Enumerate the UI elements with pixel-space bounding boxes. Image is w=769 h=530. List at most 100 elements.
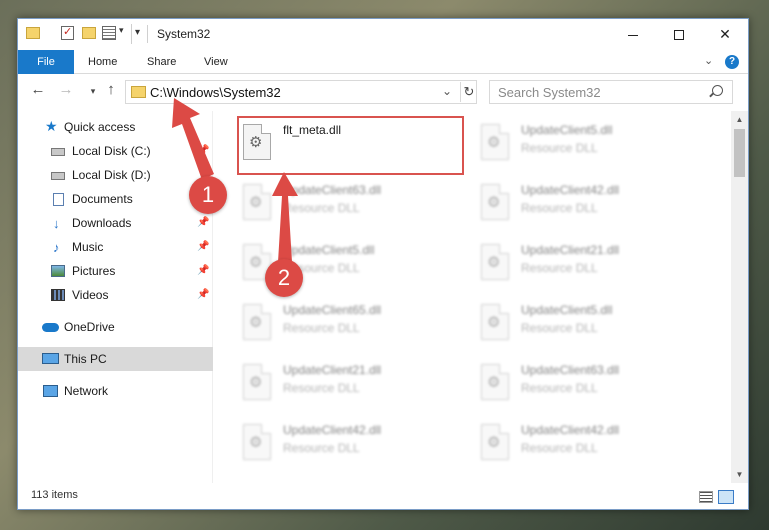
- status-bar: 113 items: [18, 485, 748, 509]
- download-icon: ↓: [53, 216, 60, 231]
- maximize-icon: [674, 30, 684, 41]
- file-item[interactable]: UpdateClient63.dll Resource DLL: [477, 359, 697, 415]
- file-item[interactable]: UpdateClient63.dll Resource DLL: [239, 179, 459, 235]
- list-properties-icon[interactable]: [102, 26, 116, 40]
- sidebar-item-documents[interactable]: Documents 📌: [18, 187, 213, 211]
- step-1-badge: 1: [189, 176, 227, 214]
- dll-file-icon: [481, 124, 509, 160]
- sidebar-item-network[interactable]: Network: [18, 379, 213, 403]
- dll-file-icon: [243, 424, 271, 460]
- tab-share[interactable]: Share: [147, 50, 176, 74]
- recent-locations-icon[interactable]: ▾: [84, 86, 102, 97]
- drive-icon: [51, 172, 65, 180]
- navigation-pane: ★ Quick access Local Disk (C:) 📌 Local D…: [18, 111, 213, 483]
- sidebar-item-label: Local Disk (C:): [72, 144, 151, 158]
- step-2-badge: 2: [265, 259, 303, 297]
- details-view-icon[interactable]: [699, 491, 713, 503]
- sidebar-item-this-pc[interactable]: This PC: [18, 347, 213, 371]
- sidebar-item-label: Music: [72, 240, 104, 254]
- file-type: Resource DLL: [283, 441, 360, 455]
- address-path[interactable]: C:\Windows\System32: [150, 85, 281, 100]
- sidebar-item-label: Videos: [72, 288, 109, 302]
- file-item[interactable]: UpdateClient42.dll Resource DLL: [477, 419, 697, 475]
- pin-icon[interactable]: 📌: [197, 283, 209, 307]
- file-type: Resource DLL: [521, 321, 598, 335]
- large-icons-view-icon[interactable]: [718, 490, 734, 504]
- sidebar-item-local-disk-d[interactable]: Local Disk (D:): [18, 163, 213, 187]
- file-name: UpdateClient42.dll: [521, 423, 620, 437]
- vertical-scrollbar[interactable]: ▲ ▼: [731, 111, 748, 483]
- tab-home[interactable]: Home: [88, 50, 117, 74]
- file-name: UpdateClient63.dll: [283, 183, 382, 197]
- new-folder-icon[interactable]: [82, 27, 96, 39]
- sidebar-item-pictures[interactable]: Pictures 📌: [18, 259, 213, 283]
- sidebar-item-label: Local Disk (D:): [72, 168, 151, 182]
- document-icon: [53, 193, 64, 206]
- refresh-icon[interactable]: ↻: [460, 82, 477, 102]
- tab-view[interactable]: View: [204, 50, 228, 74]
- sidebar-item-music[interactable]: ♪ Music 📌: [18, 235, 213, 259]
- computer-icon: [42, 353, 59, 364]
- close-button[interactable]: ✕: [702, 19, 748, 49]
- sidebar-item-label: OneDrive: [64, 320, 115, 334]
- sidebar-item-local-disk-c[interactable]: Local Disk (C:) 📌: [18, 139, 213, 163]
- properties-check-icon[interactable]: [61, 25, 74, 40]
- close-icon: ✕: [719, 26, 731, 42]
- chevron-down-icon[interactable]: ▾: [119, 25, 124, 36]
- file-item[interactable]: UpdateClient5.dll Resource DLL: [477, 299, 697, 355]
- file-type: Resource DLL: [283, 201, 360, 215]
- sidebar-item-onedrive[interactable]: OneDrive: [18, 315, 213, 339]
- help-icon[interactable]: ?: [725, 55, 739, 69]
- scroll-thumb[interactable]: [734, 129, 745, 177]
- sidebar-item-label: Downloads: [72, 216, 132, 230]
- sidebar-item-label: Documents: [72, 192, 133, 206]
- file-item[interactable]: UpdateClient42.dll Resource DLL: [239, 419, 459, 475]
- sidebar-item-label: Network: [64, 384, 109, 398]
- pictures-icon: [51, 265, 65, 277]
- back-arrow-icon[interactable]: ←: [29, 81, 47, 98]
- divider: [131, 24, 132, 44]
- scroll-down-icon[interactable]: ▼: [731, 466, 748, 483]
- expand-ribbon-icon[interactable]: ⌄: [704, 54, 713, 67]
- address-history-icon[interactable]: ⌄: [442, 84, 452, 98]
- file-item[interactable]: UpdateClient42.dll Resource DLL: [477, 179, 697, 235]
- tab-file[interactable]: File: [18, 50, 74, 74]
- customize-toolbar-icon[interactable]: ▾: [135, 27, 140, 38]
- file-name: UpdateClient42.dll: [521, 183, 620, 197]
- onedrive-icon: [42, 323, 59, 332]
- star-icon: ★: [45, 118, 58, 134]
- file-item[interactable]: UpdateClient21.dll Resource DLL: [477, 239, 697, 295]
- file-name: UpdateClient65.dll: [283, 303, 382, 317]
- address-bar[interactable]: C:\Windows\System32 ⌄ ↻: [125, 80, 477, 104]
- item-count: 113 items: [31, 489, 78, 501]
- sidebar-item-quick-access[interactable]: ★ Quick access: [18, 115, 213, 139]
- file-item[interactable]: UpdateClient5.dll Resource DLL: [477, 119, 697, 175]
- dll-file-icon: [243, 364, 271, 400]
- up-arrow-icon[interactable]: ↑: [102, 81, 120, 98]
- maximize-button[interactable]: [656, 19, 702, 49]
- forward-arrow-icon[interactable]: →: [57, 81, 75, 98]
- sidebar-item-videos[interactable]: Videos 📌: [18, 283, 213, 307]
- drive-icon: [51, 148, 65, 156]
- scroll-up-icon[interactable]: ▲: [731, 111, 748, 128]
- file-type: Resource DLL: [521, 141, 598, 155]
- search-icon[interactable]: [712, 85, 723, 96]
- file-type: Resource DLL: [521, 201, 598, 215]
- file-name: UpdateClient42.dll: [283, 423, 382, 437]
- sidebar-item-downloads[interactable]: ↓ Downloads 📌: [18, 211, 213, 235]
- file-item[interactable]: UpdateClient65.dll Resource DLL: [239, 299, 459, 355]
- minimize-button[interactable]: [610, 19, 656, 49]
- videos-icon: [51, 289, 65, 301]
- music-icon: ♪: [53, 240, 60, 255]
- pin-icon[interactable]: 📌: [197, 139, 209, 163]
- pin-icon[interactable]: 📌: [197, 211, 209, 235]
- file-item[interactable]: UpdateClient21.dll Resource DLL: [239, 359, 459, 415]
- network-icon: [43, 385, 58, 397]
- folder-icon[interactable]: [26, 27, 40, 39]
- minimize-icon: [628, 34, 638, 36]
- pin-icon[interactable]: 📌: [197, 235, 209, 259]
- pin-icon[interactable]: 📌: [197, 259, 209, 283]
- search-input[interactable]: Search System32: [489, 80, 733, 104]
- navigation-bar: ← → ▾ ↑ C:\Windows\System32 ⌄ ↻ Search S…: [18, 75, 748, 109]
- file-type: Resource DLL: [521, 441, 598, 455]
